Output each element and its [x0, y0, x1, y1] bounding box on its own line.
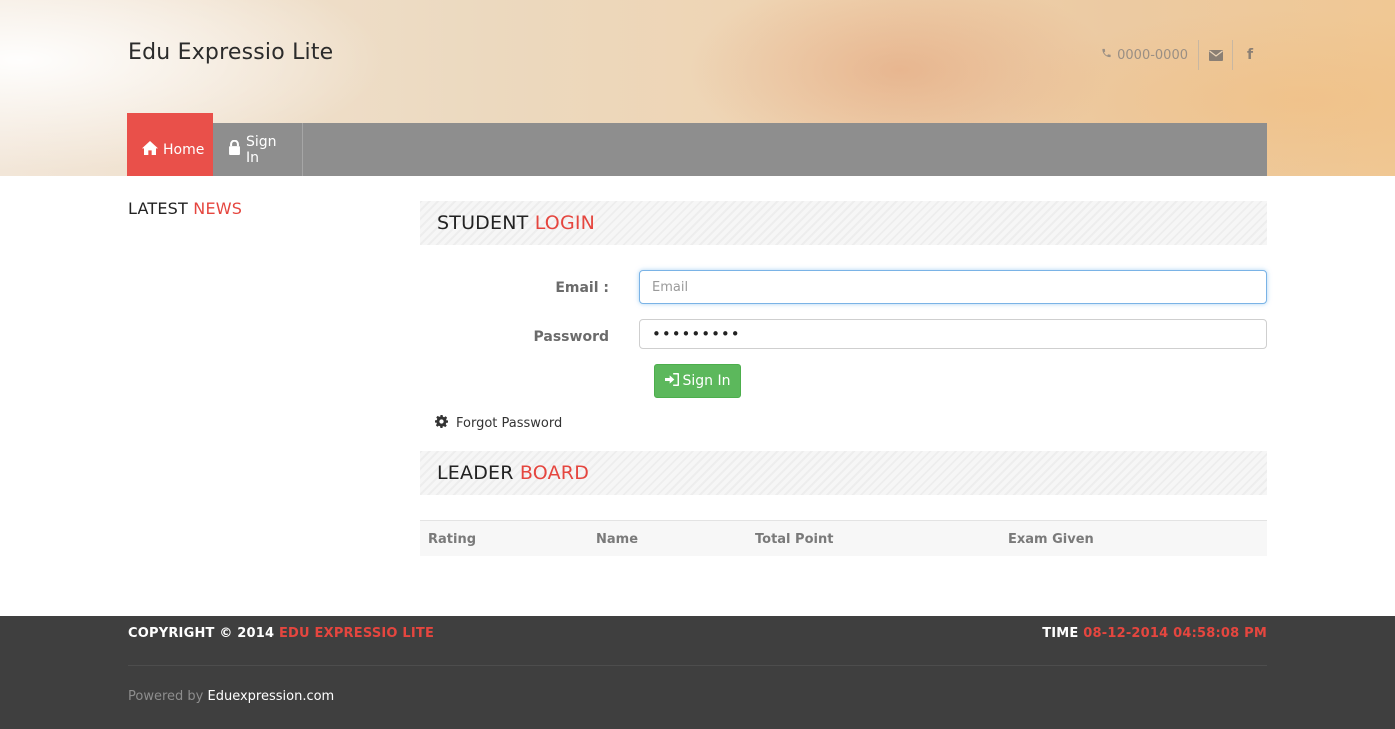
facebook-icon: f	[1246, 47, 1254, 63]
leader-board-table: Rating Name Total Point Exam Given	[420, 520, 1267, 556]
column-header-name: Name	[596, 531, 639, 547]
nav-item-home[interactable]: Home	[127, 113, 213, 176]
latest-news-heading: LATEST NEWS	[128, 199, 242, 218]
copyright-prefix: COPYRIGHT © 2014	[128, 626, 275, 641]
powered-by-prefix: Powered by	[128, 689, 204, 704]
leader-board-heading: LEADER BOARD	[420, 451, 1267, 495]
leader-board-heading-part2: BOARD	[519, 462, 590, 484]
contact-bar: 0000-0000 f	[1101, 40, 1267, 70]
lock-icon	[228, 139, 241, 159]
forgot-password-label: Forgot Password	[456, 416, 563, 431]
nav-item-sign-in-label: Sign In	[246, 133, 277, 166]
phone-number: 0000-0000	[1117, 47, 1188, 63]
powered-by: Powered by Eduexpression.com	[128, 689, 334, 704]
sign-in-button[interactable]: Sign In	[654, 364, 741, 398]
copyright-brand: EDU EXPRESSIO LITE	[278, 626, 435, 641]
home-icon	[142, 140, 158, 159]
powered-by-link[interactable]: Eduexpression.com	[208, 689, 335, 704]
password-input[interactable]: •••••••••	[639, 319, 1267, 349]
latest-news-heading-part2: NEWS	[193, 199, 243, 218]
facebook-link[interactable]: f	[1233, 40, 1267, 70]
forgot-password-link[interactable]: Forgot Password	[435, 415, 562, 432]
sign-in-icon	[664, 372, 679, 390]
main-nav: Home Sign In	[127, 113, 1267, 176]
sign-in-button-label: Sign In	[682, 373, 731, 389]
gear-icon	[435, 415, 448, 432]
leader-board-heading-part1: LEADER	[437, 462, 514, 484]
site-title[interactable]: Edu Expressio Lite	[128, 40, 333, 65]
column-header-rating: Rating	[428, 531, 477, 547]
site-footer: COPYRIGHT © 2014 EDU EXPRESSIO LITE TIME…	[0, 616, 1395, 729]
student-login-heading-part2: LOGIN	[534, 212, 596, 234]
latest-news-heading-part1: LATEST	[128, 199, 188, 218]
column-header-exam-given: Exam Given	[1008, 531, 1094, 547]
time-label: TIME	[1042, 626, 1079, 641]
student-login-heading-part1: STUDENT	[437, 212, 529, 234]
email-label: Email :	[555, 280, 609, 296]
nav-item-sign-in[interactable]: Sign In	[213, 123, 303, 176]
email-link[interactable]	[1199, 40, 1233, 70]
nav-item-home-label: Home	[163, 141, 205, 158]
envelope-icon	[1208, 46, 1223, 65]
footer-divider	[128, 665, 1267, 666]
phone-icon	[1101, 47, 1112, 63]
phone-contact: 0000-0000	[1101, 40, 1199, 70]
email-input[interactable]	[639, 270, 1267, 304]
password-label: Password	[533, 329, 609, 345]
column-header-total-point: Total Point	[755, 531, 834, 547]
time-value: 08-12-2014 04:58:08 PM	[1083, 626, 1267, 641]
server-time: TIME 08-12-2014 04:58:08 PM	[1042, 626, 1267, 641]
copyright-text: COPYRIGHT © 2014 EDU EXPRESSIO LITE	[128, 626, 434, 641]
student-login-heading: STUDENT LOGIN	[420, 201, 1267, 245]
